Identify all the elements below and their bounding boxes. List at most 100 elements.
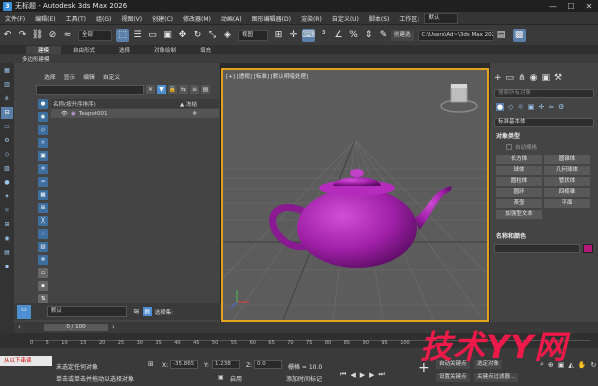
camera-filter-icon[interactable]: ▣ — [38, 151, 48, 161]
particle-filter-icon[interactable]: ∴ — [38, 229, 48, 239]
menu-graph-editors[interactable]: 图形编辑器(D) — [247, 14, 296, 23]
name-color-header[interactable]: 名称和颜色 — [496, 231, 526, 240]
menu-views[interactable]: 视图(V) — [116, 14, 147, 23]
hierarchy-tab-icon[interactable]: ⋔ — [518, 73, 526, 83]
bone-filter-icon[interactable]: ╳ — [38, 216, 48, 226]
add-time-tag-button[interactable]: 添加时间标记 — [286, 374, 322, 383]
tab-selection[interactable]: 选择 — [107, 46, 142, 54]
object-color-swatch[interactable] — [583, 244, 593, 253]
select-object-icon[interactable]: ⬚ — [116, 28, 129, 42]
hierarchy-icon[interactable]: ⋔ — [1, 93, 13, 105]
undo-icon[interactable]: ↶ — [1, 29, 14, 42]
orbit-icon[interactable]: ↻ — [591, 361, 597, 369]
tube-button[interactable]: 管状体 — [544, 177, 590, 186]
project-folder-icon[interactable]: ▤ — [495, 29, 508, 42]
cone-button[interactable]: 圆锥体 — [544, 155, 590, 164]
lock-icon[interactable]: 🔒 — [168, 85, 177, 94]
primitive-category-combo[interactable]: 标准基本体 — [494, 118, 594, 127]
goto-start-icon[interactable]: ⏮ — [340, 370, 346, 379]
helper-filter-icon[interactable]: ✛ — [38, 164, 48, 174]
angle-snap-icon[interactable]: ∠ — [332, 29, 345, 42]
display-icon[interactable]: ▭ — [1, 121, 13, 133]
viewport-label[interactable]: [+] [透视] [标准] [默认明暗处理] — [226, 72, 308, 80]
sphere-button[interactable]: 球体 — [496, 166, 542, 175]
teapot-button[interactable]: 茶壶 — [496, 199, 542, 208]
explorer-icon[interactable]: ▦ — [1, 65, 13, 77]
tab-populate[interactable]: 填充 — [188, 46, 223, 54]
display-tab-icon[interactable]: ▣ — [541, 73, 550, 83]
tab-object-paint[interactable]: 对象绘制 — [142, 46, 188, 54]
clear-search-icon[interactable]: ✕ — [146, 85, 155, 94]
textplus-button[interactable]: 加强型文本 — [496, 210, 542, 219]
selection-filter-combo[interactable]: 全部 — [78, 29, 112, 41]
sync-icon[interactable]: ⇆ — [179, 85, 188, 94]
time-slider-thumb[interactable]: 0 / 100 — [44, 324, 108, 331]
workspace-combo[interactable]: 默认 — [424, 12, 459, 24]
pivot-center-icon[interactable]: ⊞ — [272, 29, 285, 42]
pyramid-button[interactable]: 四棱锥 — [544, 188, 590, 197]
torus-button[interactable]: 圆环 — [496, 188, 542, 197]
link-icon[interactable]: ⛓ — [31, 29, 44, 42]
reference-coord-combo[interactable]: 视图 — [238, 29, 268, 41]
percent-snap-icon[interactable]: % — [347, 29, 360, 42]
pan-icon[interactable]: ✋ — [578, 361, 587, 369]
enable-checkbox-icon[interactable]: ▣ — [218, 374, 224, 381]
play-icon[interactable]: ▶ — [360, 371, 365, 379]
systems-category-icon[interactable]: ⚙ — [558, 103, 564, 111]
menu-create[interactable]: 创建(C) — [147, 14, 178, 23]
hidden-filter-icon[interactable]: ▫ — [38, 268, 48, 278]
create-selection-set-button[interactable]: 创建选 — [391, 29, 414, 41]
container-filter-icon[interactable]: ▥ — [38, 242, 48, 252]
select-move-icon[interactable]: ✥ — [176, 29, 189, 42]
frozen-column-header[interactable]: ▲ 冻结 — [180, 100, 219, 108]
shapes-category-icon[interactable]: ◇ — [508, 103, 513, 111]
spacewarps-category-icon[interactable]: ≈ — [548, 103, 554, 111]
vol-icon[interactable]: ▨ — [1, 163, 13, 175]
utilities-tab-icon[interactable]: ⚒ — [554, 73, 562, 83]
time-next-icon[interactable]: › — [112, 323, 115, 331]
tab-modeling[interactable]: 建模 — [26, 45, 62, 54]
set-key-button[interactable]: 设置关键点 — [436, 373, 470, 382]
create-tab-icon[interactable]: + — [494, 73, 502, 83]
rect-selection-icon[interactable]: ▭ — [146, 29, 159, 42]
proc-icon[interactable]: ⚙ — [1, 135, 13, 147]
plane-button[interactable]: 平面 — [544, 199, 590, 208]
lock-selection-icon[interactable]: ⊞ — [148, 360, 154, 368]
goto-end-icon[interactable]: ⏭ — [378, 370, 384, 379]
explorer-mode-icon[interactable]: ▭ — [17, 304, 31, 319]
object-type-header[interactable]: 对象类型 — [496, 131, 520, 140]
fov-icon[interactable]: ◭ — [568, 361, 573, 369]
light-filter-icon[interactable]: ☼ — [38, 138, 48, 148]
menu-rendering[interactable]: 渲染(R) — [296, 14, 327, 23]
helpers-category-icon[interactable]: ✛ — [538, 103, 544, 111]
time-prev-icon[interactable]: ‹ — [18, 323, 21, 331]
sculpt-icon[interactable]: ✦ — [1, 191, 13, 203]
prev-frame-icon[interactable]: ◀ — [350, 371, 355, 379]
tab-freeform[interactable]: 自由形式 — [61, 46, 107, 54]
cameras-category-icon[interactable]: ▣ — [528, 103, 535, 111]
hierarchy-toggle-icon[interactable]: ≡ — [190, 85, 199, 94]
menu-file[interactable]: 文件(F) — [0, 14, 30, 23]
unlink-icon[interactable]: ⊘ — [46, 29, 59, 42]
redo-icon[interactable]: ↷ — [16, 29, 29, 42]
spinner-snap-icon[interactable]: ⇕ — [362, 29, 375, 42]
bind-spacewarp-icon[interactable]: ≈ — [61, 29, 74, 42]
explorer-menu-edit[interactable]: 编辑 — [83, 72, 95, 81]
y-coord-field[interactable]: 1.238 — [212, 360, 240, 369]
lights-category-icon[interactable]: ☼ — [518, 103, 524, 111]
light-icon[interactable]: ☼ — [1, 205, 13, 217]
teapot-small-icon[interactable]: ◉ — [1, 233, 13, 245]
modify-tab-icon[interactable]: ▭ — [506, 73, 515, 83]
project-path-combo[interactable]: C:\Users\Ad~\3ds Max 2026 — [417, 29, 494, 41]
blob-icon[interactable]: ● — [1, 177, 13, 189]
frozen-filter-icon[interactable]: ❄ — [38, 255, 48, 265]
menu-tools[interactable]: 工具(T) — [61, 14, 91, 23]
maximize-button[interactable]: ☐ — [562, 2, 580, 11]
layer-combo[interactable]: 默认 — [47, 306, 127, 317]
select-rotate-icon[interactable]: ↻ — [191, 29, 204, 42]
next-frame-icon[interactable]: ▶ — [369, 371, 374, 379]
spacewarp-filter-icon[interactable]: ≈ — [38, 177, 48, 187]
perspective-viewport[interactable]: [+] [透视] [标准] [默认明暗处理] — [221, 68, 489, 322]
explorer-menu-display[interactable]: 显示 — [64, 72, 76, 81]
z-coord-field[interactable]: 0.0 — [254, 360, 282, 369]
